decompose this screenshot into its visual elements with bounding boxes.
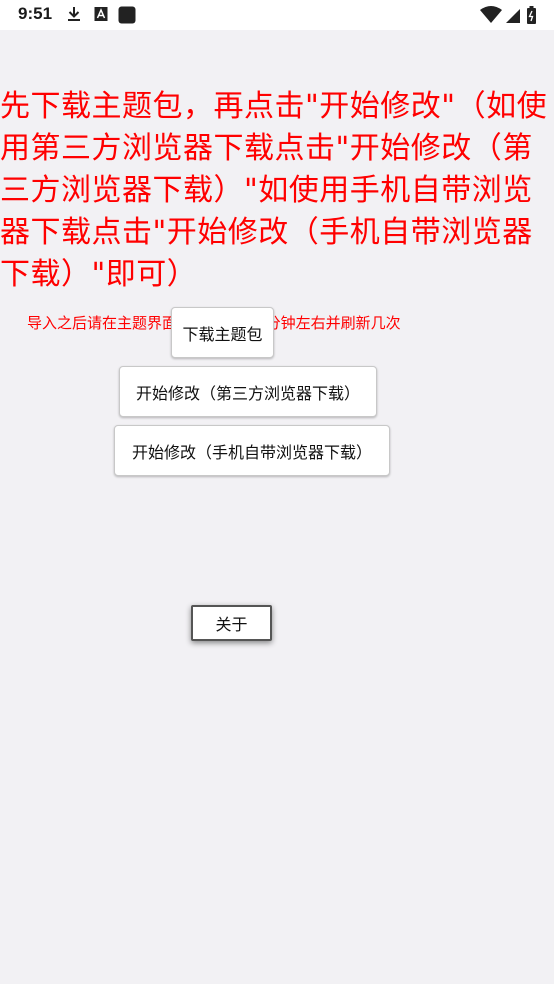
- instruction-text: 先下载主题包，再点击"开始修改"（如使用第三方浏览器下载点击"开始修改（第三方浏…: [0, 89, 548, 292]
- system-icons: [480, 4, 540, 30]
- status-bar: 9:51: [0, 0, 554, 30]
- about-button[interactable]: 关于: [191, 605, 272, 641]
- a-badge-icon: [94, 6, 108, 26]
- start-builtin-button[interactable]: 开始修改（手机自带浏览器下载）: [114, 425, 390, 476]
- start-third-party-button[interactable]: 开始修改（第三方浏览器下载）: [119, 366, 377, 417]
- square-icon: [118, 6, 136, 28]
- download-icon: [66, 6, 82, 26]
- status-time: 9:51: [18, 4, 53, 23]
- wifi-signal-battery-icon: [480, 6, 536, 24]
- download-theme-button[interactable]: 下载主题包: [171, 307, 274, 358]
